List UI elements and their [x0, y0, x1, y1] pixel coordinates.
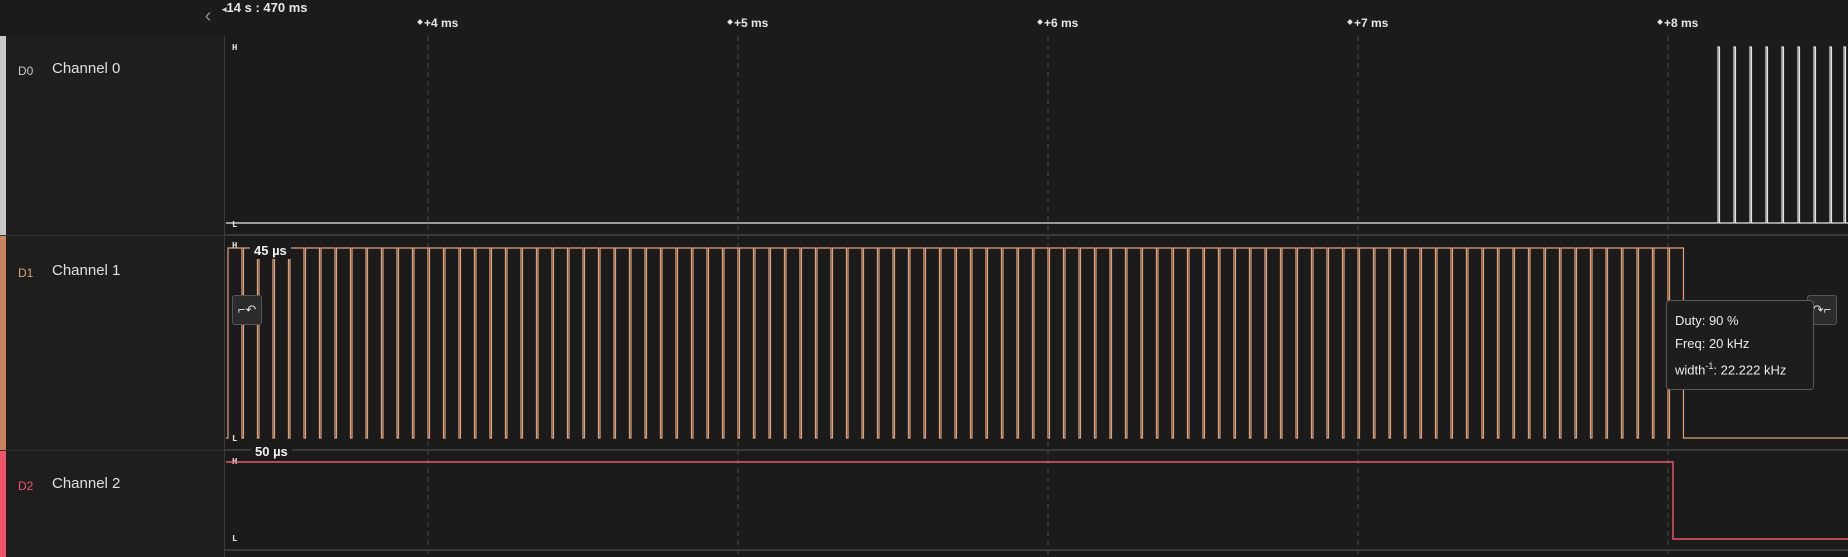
ch0-low-label: L [232, 220, 237, 230]
measurement-tooltip: Duty: 90 % Freq: 20 kHz width-1: 22.222 … [1666, 300, 1814, 391]
frequency-readout: Freq: 20 kHz [1675, 336, 1750, 351]
prev-edge-icon[interactable]: ⌐↶ [232, 295, 262, 325]
ch1-high-label: H [232, 241, 237, 251]
inverse-width-value: : 22.222 kHz [1713, 362, 1787, 378]
ch1-low-label: L [232, 434, 237, 444]
channel-0-waveform [226, 46, 1848, 224]
inverse-width-readout: width-1: 22.222 kHz [1675, 355, 1813, 381]
waveform-canvas[interactable]: H L H L H L [0, 0, 1848, 557]
ch2-low-label: L [232, 534, 237, 544]
ch0-high-label: H [232, 43, 237, 53]
logic-analyzer-view: ‹ ◂14 s : 470 ms +4 ms +5 ms +6 ms +7 ms… [0, 0, 1848, 557]
inverse-width-prefix: width [1675, 362, 1706, 378]
channel-2-waveform [226, 461, 1848, 540]
channel-1-waveform [226, 247, 1848, 439]
ch1-pulse-width-badge: 45 µs [250, 242, 291, 259]
duty-cycle-readout: Duty: 90 % [1675, 313, 1739, 328]
ch2-pulse-width-badge: 50 µs [251, 443, 292, 460]
